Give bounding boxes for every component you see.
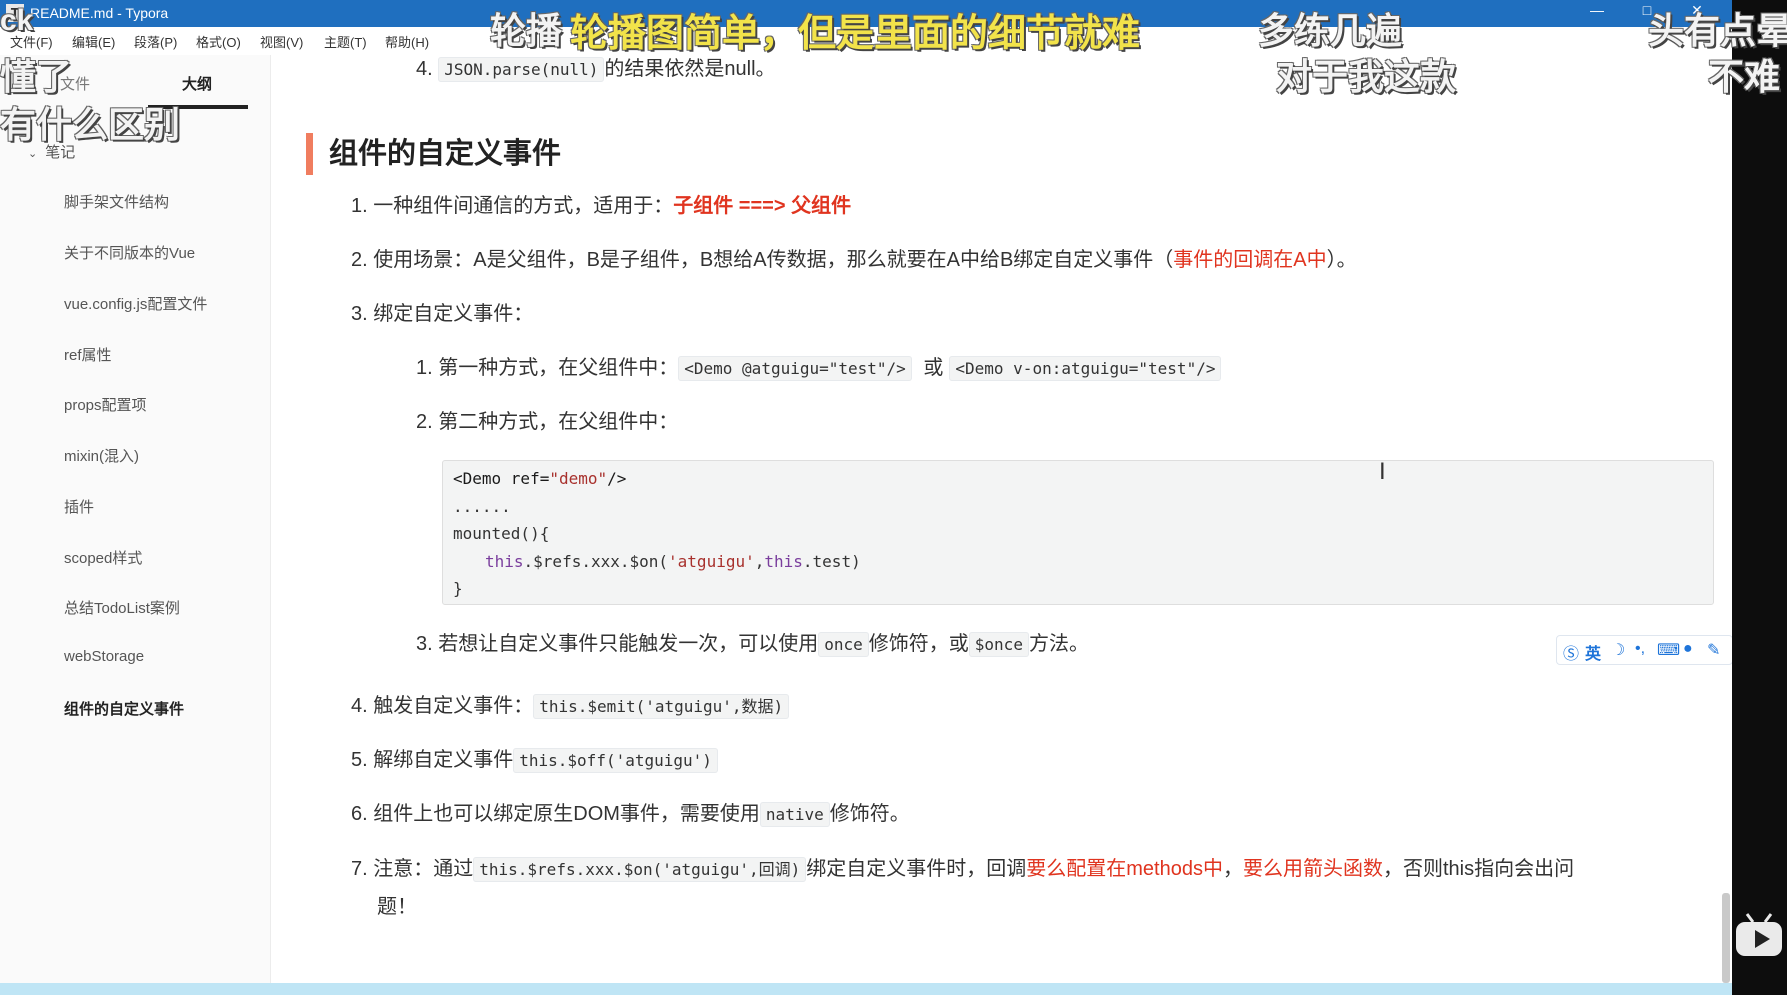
menu-help[interactable]: 帮助(H) bbox=[385, 32, 429, 51]
outline-item-vue-versions[interactable]: 关于不同版本的Vue bbox=[64, 242, 195, 263]
list-item: 7. 注意：通过 this.$refs.xxx.$on('atguigu',回调)… bbox=[351, 857, 1575, 882]
typora-app-icon: T bbox=[6, 4, 24, 22]
active-tab-indicator bbox=[148, 105, 248, 109]
inline-code: <Demo v-on:atguigu="test"/> bbox=[949, 356, 1222, 381]
inline-code: JSON.parse(null) bbox=[438, 57, 605, 82]
section-heading: 组件的自定义事件 bbox=[306, 133, 561, 175]
window-title: README.md - Typora bbox=[30, 5, 169, 21]
outline-item-scaffold[interactable]: 脚手架文件结构 bbox=[64, 191, 169, 212]
outline-root-item[interactable]: ⌄ 笔记 bbox=[28, 141, 75, 162]
close-button[interactable]: ✕ bbox=[1682, 2, 1712, 19]
list-item: 4. 触发自定义事件： this.$emit('atguigu',数据) bbox=[351, 692, 790, 721]
inline-code: this.$off('atguigu') bbox=[513, 748, 718, 773]
outline-item-scoped[interactable]: scoped样式 bbox=[64, 547, 142, 568]
ime-lang-toggle[interactable]: 英 bbox=[1585, 640, 1601, 664]
highlight-text: 要么配置在methods中 bbox=[1026, 858, 1223, 880]
menu-bar: 文件(F) 编辑(E) 段落(P) 格式(O) 视图(V) 主题(T) 帮助(H… bbox=[0, 27, 1732, 55]
highlight-text: 要么用箭头函数 bbox=[1242, 858, 1383, 880]
outline-item-mixin[interactable]: mixin(混入) bbox=[64, 445, 139, 466]
outline-item-vue-config[interactable]: vue.config.js配置文件 bbox=[64, 293, 207, 314]
punctuation-icon[interactable]: •, bbox=[1635, 640, 1645, 658]
highlight-text: 事件的回调在A中 bbox=[1173, 249, 1327, 271]
list-item: 4. JSON.parse(null) 的结果依然是null。 bbox=[416, 57, 776, 82]
list-item-continuation: 题！ bbox=[377, 896, 417, 918]
typora-window: T README.md - Typora — □ ✕ 文件(F) 编辑(E) 段… bbox=[0, 0, 1732, 995]
sub-list-item: 2. 第二种方式，在父组件中： bbox=[416, 411, 679, 433]
maximize-button[interactable]: □ bbox=[1632, 2, 1662, 18]
outline-item-props[interactable]: props配置项 bbox=[64, 394, 147, 415]
scrollbar[interactable] bbox=[1722, 893, 1730, 983]
list-item: 6. 组件上也可以绑定原生DOM事件，需要使用 native 修饰符。 bbox=[351, 802, 910, 827]
tab-outline[interactable]: 大纲 bbox=[182, 73, 212, 94]
outline-item-custom-events[interactable]: 组件的自定义事件 bbox=[64, 698, 184, 719]
highlight-text: 子组件 ===> 父组件 bbox=[673, 195, 852, 217]
keyboard-icon[interactable]: ⌨ bbox=[1657, 640, 1680, 660]
menu-edit[interactable]: 编辑(E) bbox=[72, 32, 115, 51]
outline-item-todolist[interactable]: 总结TodoList案例 bbox=[64, 597, 180, 618]
sub-list-item: 3. 若想让自定义事件只能触发一次，可以使用 once 修饰符，或 $once 方法。 bbox=[416, 632, 1089, 657]
inline-code: native bbox=[759, 802, 830, 827]
outline-item-plugins[interactable]: 插件 bbox=[64, 496, 94, 517]
wrench-icon[interactable]: ✎ bbox=[1707, 640, 1720, 660]
inline-code: this.$refs.xxx.$on('atguigu',回调) bbox=[473, 857, 807, 882]
inline-code: $once bbox=[968, 632, 1029, 657]
outline-root-label: 笔记 bbox=[45, 144, 76, 161]
sidebar-outline: 文件 大纲 ⌄ 笔记 脚手架文件结构 关于不同版本的Vue vue.config.… bbox=[0, 55, 271, 995]
outline-item-webstorage[interactable]: webStorage bbox=[64, 648, 144, 665]
play-icon bbox=[1736, 913, 1782, 956]
list-item: 3. 绑定自定义事件： bbox=[351, 303, 534, 325]
menu-view[interactable]: 视图(V) bbox=[260, 32, 303, 51]
editor-content[interactable]: 4. JSON.parse(null) 的结果依然是null。 组件的自定义事件 … bbox=[271, 55, 1732, 995]
ime-toolbar[interactable]: Ⓢ 英 ☽ •, ⌨ ● ✎ bbox=[1556, 635, 1732, 665]
minimize-button[interactable]: — bbox=[1582, 2, 1612, 18]
menu-theme[interactable]: 主题(T) bbox=[324, 32, 367, 51]
moon-icon[interactable]: ☽ bbox=[1611, 640, 1625, 660]
inline-code: once bbox=[818, 632, 869, 657]
sogou-icon[interactable]: Ⓢ bbox=[1563, 640, 1579, 664]
menu-format[interactable]: 格式(O) bbox=[196, 32, 241, 51]
code-block[interactable]: <Demo ref="demo"/> ...... mounted(){ thi… bbox=[442, 460, 1714, 605]
list-item: 5. 解绑自定义事件 this.$off('atguigu') bbox=[351, 746, 718, 775]
user-icon[interactable]: ● bbox=[1683, 640, 1693, 658]
list-item: 2. 使用场景：A是父组件，B是子组件，B想给A传数据，那么就要在A中给B绑定自… bbox=[351, 249, 1357, 271]
tab-files[interactable]: 文件 bbox=[60, 73, 90, 94]
menu-file[interactable]: 文件(F) bbox=[10, 32, 53, 51]
menu-paragraph[interactable]: 段落(P) bbox=[134, 32, 177, 51]
text-cursor-icon: I bbox=[1379, 458, 1386, 485]
bottom-decoration bbox=[0, 983, 1732, 995]
inline-code: <Demo @atguigu="test"/> bbox=[678, 356, 912, 381]
list-item: 1. 一种组件间通信的方式，适用于：子组件 ===> 父组件 bbox=[351, 195, 852, 217]
sub-list-item: 1. 第一种方式，在父组件中： <Demo @atguigu="test"/> 或… bbox=[416, 354, 1222, 383]
chevron-down-icon: ⌄ bbox=[28, 148, 38, 160]
title-bar: T README.md - Typora — □ ✕ bbox=[0, 0, 1732, 27]
inline-code: this.$emit('atguigu',数据) bbox=[533, 694, 790, 719]
outline-item-ref[interactable]: ref属性 bbox=[64, 344, 112, 365]
